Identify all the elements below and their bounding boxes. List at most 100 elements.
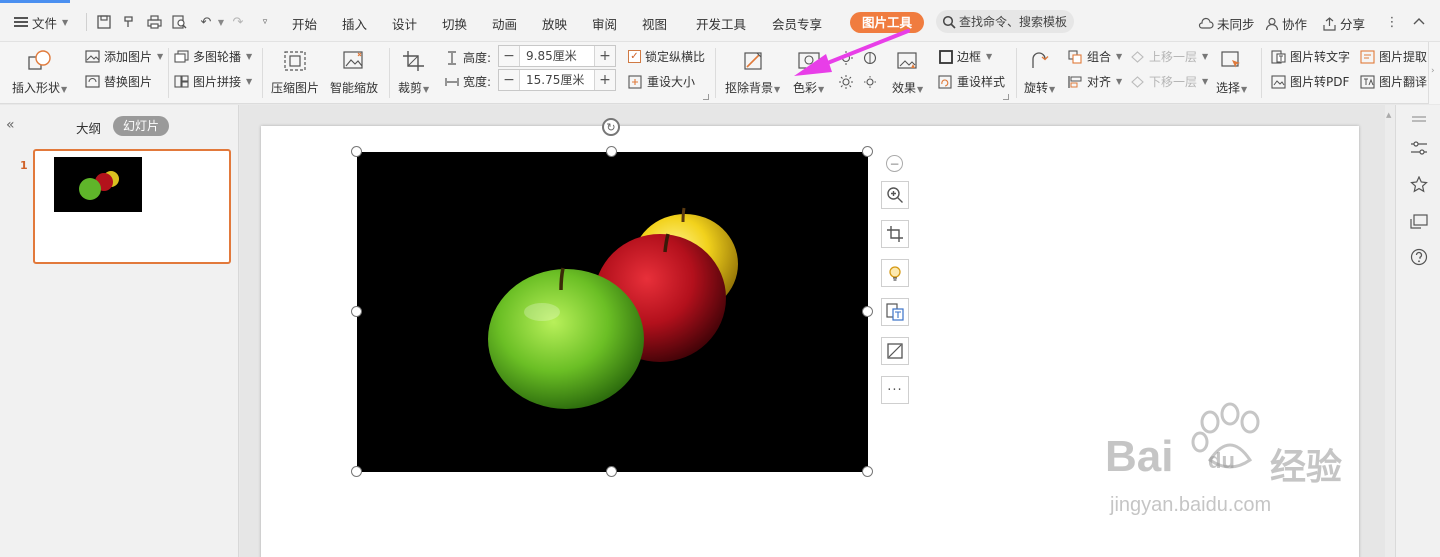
height-stepper[interactable]: − 9.85厘米 +	[498, 45, 616, 67]
resize-handle-top-right[interactable]	[862, 146, 873, 157]
crop-float-icon[interactable]	[881, 220, 909, 248]
pic-to-text-float-icon[interactable]	[881, 298, 909, 326]
resize-handle-left[interactable]	[351, 306, 362, 317]
star-icon[interactable]	[1409, 175, 1429, 195]
format-painter-icon[interactable]	[120, 13, 138, 31]
insert-shape-label: 插入形状	[12, 81, 61, 95]
apples-picture[interactable]	[357, 152, 868, 472]
picture-stitch-button[interactable]: 图片拼接 ▼	[174, 73, 252, 90]
print-icon[interactable]	[145, 13, 163, 31]
height-icon	[444, 50, 459, 65]
search-input[interactable]: 查找命令、搜索模板	[936, 10, 1074, 33]
chevron-down-icon[interactable]: ▼	[212, 13, 230, 31]
bring-forward-button[interactable]: 上移一层 ▼	[1130, 48, 1208, 65]
tab-insert[interactable]: 插入	[342, 14, 367, 33]
compress-picture-button[interactable]: 压缩图片	[271, 48, 319, 96]
scroll-up-icon[interactable]: ▲	[1386, 111, 1391, 119]
border-label: 边框	[957, 50, 982, 64]
lock-ratio-checkbox[interactable]: ✓ 锁定纵横比	[628, 48, 705, 65]
insert-shape-button[interactable]: 插入形状▼	[12, 48, 67, 96]
pic-to-pdf-button[interactable]: 图片转PDF	[1271, 73, 1349, 90]
tab-slideshow[interactable]: 放映	[542, 14, 567, 33]
align-button[interactable]: 对齐 ▼	[1068, 73, 1122, 90]
collapse-panel-icon[interactable]: «	[6, 117, 15, 133]
tab-transition[interactable]: 切换	[442, 14, 467, 33]
customize-toolbar-icon[interactable]: ▿	[256, 13, 274, 31]
resize-handle-right[interactable]	[862, 306, 873, 317]
tab-developer[interactable]: 开发工具	[696, 14, 746, 33]
slide-thumbnail[interactable]	[33, 149, 231, 264]
tab-home[interactable]: 开始	[292, 14, 317, 33]
tab-animation[interactable]: 动画	[492, 14, 517, 33]
sidebar-toggle-icon[interactable]	[1409, 109, 1429, 129]
ribbon-toolbar: 插入形状▼ 添加图片 ▼ 替换图片 多图轮播 ▼ 图片拼接 ▼ 压缩图片 智能缩放 裁…	[0, 42, 1440, 104]
collapse-float-toolbar-icon[interactable]: −	[886, 155, 903, 172]
share-button[interactable]: 分享	[1322, 14, 1365, 33]
tab-review[interactable]: 审阅	[592, 14, 617, 33]
resize-handle-top-left[interactable]	[351, 146, 362, 157]
select-button[interactable]: 选择▼	[1216, 48, 1247, 96]
transparency-icon[interactable]	[881, 337, 909, 365]
crop-button[interactable]: 裁剪▼	[398, 48, 429, 96]
collapse-ribbon-icon[interactable]	[1410, 12, 1428, 30]
resize-handle-bottom-right[interactable]	[862, 466, 873, 477]
collaborate-button[interactable]: 协作	[1265, 14, 1307, 33]
remove-background-button[interactable]: 抠除背景▼	[725, 48, 780, 96]
width-decrease-button[interactable]: −	[499, 70, 519, 90]
more-options-icon[interactable]: ···	[881, 376, 909, 404]
reset-size-button[interactable]: 重设大小	[628, 73, 695, 90]
save-icon[interactable]	[95, 13, 113, 31]
pic-translate-button[interactable]: 图片翻译	[1360, 73, 1427, 90]
reset-size-label: 重设大小	[647, 75, 696, 89]
pic-translate-label: 图片翻译	[1379, 75, 1428, 89]
vertical-scrollbar[interactable]: ▲	[1385, 105, 1395, 557]
height-increase-button[interactable]: +	[595, 46, 615, 66]
share-label: 分享	[1340, 17, 1366, 32]
rotate-button[interactable]: 旋转▼	[1024, 48, 1055, 96]
sync-status-button[interactable]: 未同步	[1198, 14, 1255, 33]
reset-style-button[interactable]: 重设样式	[938, 73, 1005, 90]
send-backward-button[interactable]: 下移一层 ▼	[1130, 73, 1208, 90]
collaborate-label: 协作	[1282, 17, 1308, 32]
resize-handle-bottom-left[interactable]	[351, 466, 362, 477]
resize-handle-bottom[interactable]	[606, 466, 617, 477]
ribbon-scroll[interactable]: ›	[1428, 42, 1440, 104]
redo-icon[interactable]: ↷	[229, 13, 247, 31]
width-value[interactable]: 15.75厘米	[519, 70, 595, 90]
comment-icon[interactable]	[1409, 212, 1429, 232]
watermark-brand: Bai	[1105, 432, 1174, 481]
more-icon[interactable]: ⋮	[1383, 13, 1401, 31]
remove-background-icon	[740, 48, 766, 74]
height-value[interactable]: 9.85厘米	[519, 46, 595, 66]
smart-zoom-button[interactable]: 智能缩放	[330, 48, 378, 96]
zoom-in-icon[interactable]	[881, 181, 909, 209]
pic-extract-button[interactable]: 图片提取	[1360, 48, 1427, 65]
width-stepper[interactable]: − 15.75厘米 +	[498, 69, 616, 91]
tab-outline[interactable]: 大纲	[76, 118, 101, 137]
replace-picture-button[interactable]: 替换图片	[85, 73, 152, 90]
settings-sliders-icon[interactable]	[1409, 138, 1429, 158]
search-icon	[942, 15, 956, 29]
pic-to-text-button[interactable]: 图片转文字	[1271, 48, 1350, 65]
divider	[715, 48, 716, 98]
file-menu[interactable]: 文件 ▼	[14, 12, 68, 32]
file-menu-label: 文件	[32, 15, 58, 31]
group-button[interactable]: 组合 ▼	[1068, 48, 1122, 65]
border-button[interactable]: 边框 ▼	[938, 48, 992, 65]
width-increase-button[interactable]: +	[595, 70, 615, 90]
height-decrease-button[interactable]: −	[499, 46, 519, 66]
size-dialog-launcher-icon[interactable]	[703, 94, 709, 100]
multi-carousel-button[interactable]: 多图轮播 ▼	[174, 48, 252, 65]
help-icon[interactable]	[1409, 247, 1429, 267]
resize-handle-top[interactable]	[606, 146, 617, 157]
print-preview-icon[interactable]	[170, 13, 188, 31]
rotate-handle[interactable]: ↻	[602, 118, 620, 136]
style-dialog-launcher-icon[interactable]	[1003, 94, 1009, 100]
tab-slides[interactable]: 幻灯片	[113, 116, 169, 136]
tab-design[interactable]: 设计	[392, 14, 417, 33]
add-picture-button[interactable]: 添加图片 ▼	[85, 48, 163, 65]
tab-view[interactable]: 视图	[642, 14, 667, 33]
smart-suggest-icon[interactable]	[881, 259, 909, 287]
rotate-label: 旋转	[1024, 81, 1049, 95]
pic-to-pdf-label: 图片转PDF	[1290, 75, 1350, 89]
